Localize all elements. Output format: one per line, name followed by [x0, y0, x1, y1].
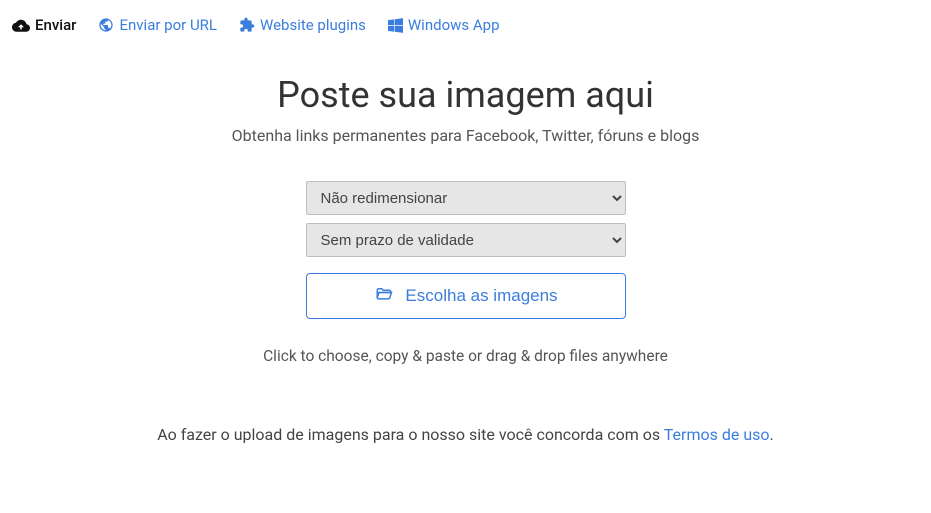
choose-images-button[interactable]: Escolha as imagens: [306, 273, 626, 319]
puzzle-icon: [239, 17, 255, 33]
nav-by-url[interactable]: Enviar por URL: [98, 16, 217, 34]
page-subtitle: Obtenha links permanentes para Facebook,…: [20, 126, 911, 145]
resize-select[interactable]: Não redimensionar: [306, 181, 626, 215]
nav-windows-app-label: Windows App: [408, 16, 500, 34]
expiry-select[interactable]: Sem prazo de validade: [306, 223, 626, 257]
cloud-upload-icon: [12, 18, 30, 32]
nav-plugins[interactable]: Website plugins: [239, 16, 366, 34]
globe-icon: [98, 17, 114, 33]
windows-icon: [388, 18, 403, 33]
choose-images-label: Escolha as imagens: [405, 286, 557, 306]
nav-by-url-label: Enviar por URL: [119, 16, 217, 34]
instructions-text: Click to choose, copy & paste or drag & …: [20, 347, 911, 365]
terms-prefix: Ao fazer o upload de imagens para o noss…: [157, 425, 664, 444]
upload-controls: Não redimensionar Sem prazo de validade …: [306, 181, 626, 319]
page-title: Poste sua imagem aqui: [20, 74, 911, 116]
terms-suffix: .: [770, 425, 774, 444]
nav-upload-label: Enviar: [35, 16, 76, 34]
terms-paragraph: Ao fazer o upload de imagens para o noss…: [20, 425, 911, 444]
top-nav: Enviar Enviar por URL Website plugins Wi…: [0, 0, 931, 44]
folder-open-icon: [373, 285, 395, 308]
nav-plugins-label: Website plugins: [260, 16, 366, 34]
terms-link[interactable]: Termos de uso: [664, 425, 770, 444]
nav-windows-app[interactable]: Windows App: [388, 16, 500, 34]
main-content: Poste sua imagem aqui Obtenha links perm…: [0, 44, 931, 444]
nav-upload[interactable]: Enviar: [12, 16, 76, 34]
